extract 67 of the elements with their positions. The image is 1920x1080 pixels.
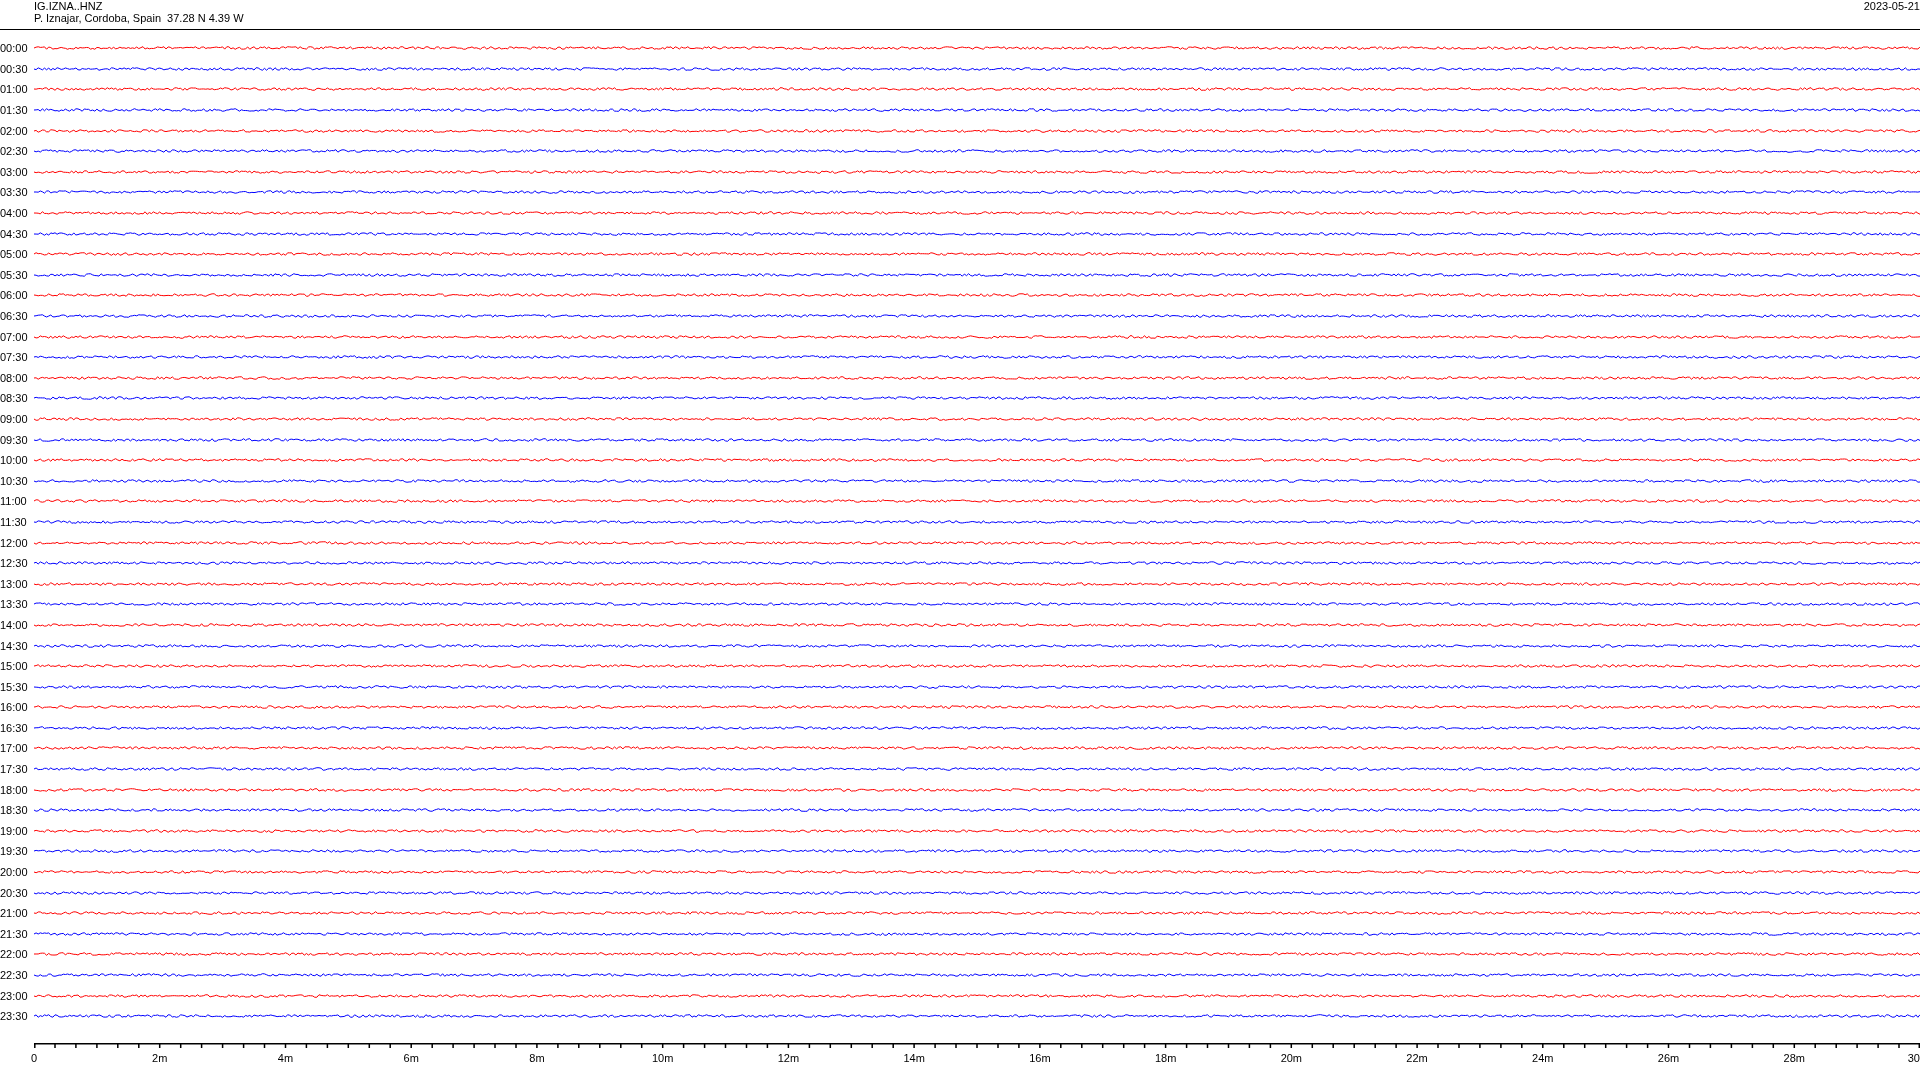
time-label: 08:00	[0, 371, 29, 384]
station-location: P. Iznajar, Cordoba, Spain 37.28 N 4.39 W	[34, 12, 244, 24]
time-label: 13:00	[0, 577, 29, 590]
axis-label: 6m	[403, 1051, 419, 1064]
time-label: 02:00	[0, 124, 29, 137]
time-label: 02:30	[0, 145, 29, 158]
axis-label: 18m	[1154, 1051, 1177, 1064]
axis-label: 0	[30, 1051, 38, 1064]
time-label: 11:30	[0, 515, 28, 528]
time-label: 13:30	[0, 598, 29, 611]
axis-label: 24m	[1532, 1051, 1554, 1064]
axis-label: 12m	[777, 1051, 800, 1064]
time-label: 06:30	[0, 310, 29, 322]
time-label: 10:00	[0, 454, 29, 467]
axis-label: 10m	[651, 1051, 674, 1064]
time-label: 20:30	[0, 886, 29, 899]
time-label: 09:00	[0, 413, 29, 425]
axis-label: 2m	[152, 1051, 168, 1064]
station-code: IG.IZNA..HNZ	[34, 0, 104, 12]
time-label: 04:30	[0, 227, 29, 240]
time-label: 21:00	[0, 907, 29, 920]
time-label: 03:30	[0, 186, 29, 199]
time-label: 06:00	[0, 289, 29, 302]
time-label: 11:00	[0, 495, 28, 508]
time-label: 21:30	[0, 927, 29, 940]
time-label: 12:30	[0, 557, 29, 570]
time-label: 22:30	[0, 969, 29, 981]
time-label: 15:00	[0, 660, 29, 673]
axis-label: 30	[1907, 1051, 1920, 1064]
axis-label: 4m	[277, 1051, 294, 1064]
axis-label: 22m	[1406, 1051, 1428, 1064]
time-label: 16:00	[0, 701, 29, 714]
time-label: 17:00	[0, 742, 29, 755]
time-label: 12:00	[0, 536, 29, 549]
time-label: 07:00	[0, 330, 29, 343]
time-label: 18:00	[0, 783, 29, 796]
time-label: 03:00	[0, 165, 29, 178]
time-label: 00:30	[0, 62, 29, 75]
time-label: 17:30	[0, 763, 29, 776]
time-label: 01:00	[0, 83, 29, 96]
time-label: 22:00	[0, 948, 29, 961]
time-label: 05:30	[0, 268, 29, 281]
time-label: 10:30	[0, 474, 29, 487]
time-label: 08:30	[0, 392, 29, 405]
time-label: 07:30	[0, 351, 29, 364]
date-label: 2023-05-21	[1863, 0, 1920, 14]
time-label: 05:00	[0, 248, 29, 261]
axis-label: 16m	[1029, 1051, 1051, 1064]
time-label: 14:30	[0, 639, 29, 652]
time-label: 23:30	[0, 1010, 29, 1023]
time-label: 01:30	[0, 104, 29, 117]
time-label: 04:00	[0, 207, 29, 220]
axis-label: 20m	[1280, 1051, 1303, 1064]
time-label: 18:30	[0, 804, 29, 817]
time-label: 00:00	[0, 42, 29, 55]
time-label: 15:30	[0, 680, 29, 693]
time-label: 19:30	[0, 845, 29, 858]
time-label: 20:00	[0, 866, 29, 879]
time-label: 23:00	[0, 989, 29, 1002]
axis-label: 8m	[529, 1051, 545, 1064]
axis-label: 26m	[1657, 1051, 1680, 1064]
time-label: 16:30	[0, 721, 29, 734]
time-label: 19:00	[0, 824, 29, 837]
time-label: 14:00	[0, 618, 29, 631]
time-label: 09:30	[0, 433, 29, 446]
axis-label: 14m	[903, 1051, 925, 1064]
axis-label: 28m	[1783, 1051, 1805, 1064]
